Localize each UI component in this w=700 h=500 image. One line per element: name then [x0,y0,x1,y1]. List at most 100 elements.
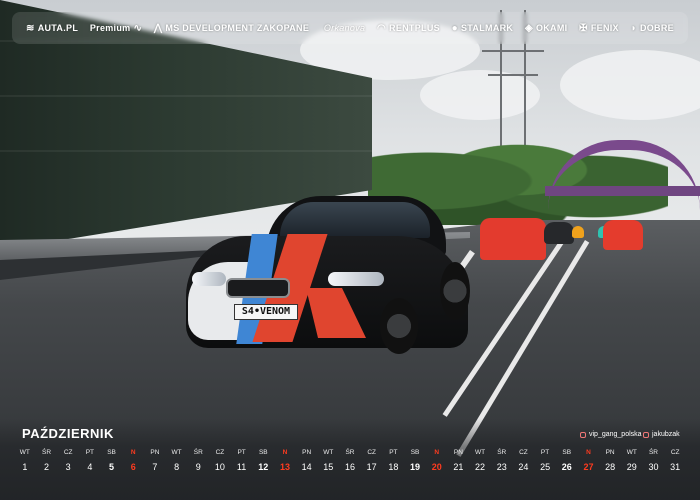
day-number: 22 [475,462,486,472]
license-plate: S4•VENOM [234,304,298,320]
day-number: 18 [388,462,399,472]
mountain-logo-icon: ⋀ [153,22,163,34]
car-outline-logo-icon: ◠ [377,22,387,34]
day-number: 27 [583,462,594,472]
wheel [440,262,470,320]
calendar-day: N 13 [274,448,296,488]
weekday-label: PN [605,449,615,456]
weekday-label: SB [107,449,116,456]
weekday-label: PN [150,449,160,456]
weekday-label: PN [302,449,312,456]
calendar-day: ŚR 23 [491,448,513,488]
sponsor-logo: ◗ DOBRE [630,22,674,34]
sponsor-logo: ◠ RENTPLUS [377,22,440,34]
weekday-label: CZ [367,449,376,456]
weekday-label: PT [237,449,246,456]
day-number: 17 [366,462,377,472]
day-number: 30 [648,462,659,472]
weekday-label: N [130,449,136,456]
calendar-day: SB 26 [556,448,578,488]
weekday-label: SB [562,449,572,456]
calendar-day: N 20 [426,448,448,488]
calendar-day: PN 7 [144,448,166,488]
sponsor-logo: ⋀ MS DEVELOPMENT ZAKOPANE [153,22,310,34]
sponsor-logo: ◈ OKAMI [524,22,568,34]
orange-car [572,226,584,238]
day-number: 25 [540,462,551,472]
weekday-label: N [282,449,288,456]
calendar-day: WT 29 [621,448,643,488]
calendar-day: PT 25 [534,448,556,488]
calendar-day: PN 21 [448,448,470,488]
day-number: 23 [496,462,507,472]
calendar-day: PT 18 [383,448,405,488]
kidney-grille [226,278,290,298]
calendar-day: PN 14 [296,448,318,488]
day-number: 6 [130,462,136,472]
weekday-label: WT [19,449,30,456]
sponsor-logo: Premium ∿ [89,22,143,34]
day-number: 8 [174,462,180,472]
calendar-day: CZ 10 [209,448,231,488]
day-number: 26 [561,462,572,472]
weekday-label: SB [410,449,420,456]
calendar-day: PT 4 [79,448,101,488]
day-number: 1 [22,462,28,472]
weekday-label: PT [540,449,550,456]
weekday-label: SB [258,449,268,456]
weekday-label: ŚR [497,449,507,456]
day-number: 4 [87,462,93,472]
weekday-label: WT [171,449,182,456]
calendar-day: PN 28 [599,448,621,488]
circle-logo-icon: ● [451,22,458,34]
calendar-day: CZ 3 [57,448,79,488]
calendar-day: WT 15 [317,448,339,488]
calendar-day: CZ 24 [513,448,535,488]
calendar-day: CZ 31 [664,448,686,488]
wave-logo-icon: ∿ [133,22,143,34]
weekday-label: WT [475,449,486,456]
eagle-logo-icon: ✠ [579,22,588,34]
day-number: 28 [605,462,616,472]
day-number: 9 [195,462,201,472]
day-number: 24 [518,462,529,472]
day-number: 5 [109,462,115,472]
calendar-day: ŚR 16 [339,448,361,488]
weekday-label: CZ [63,449,73,456]
calendar-page: S4•VENOM ≋ AUTA.PL Premium ∿ ⋀ MS DEVELOPME… [0,0,700,500]
weekday-label: WT [626,449,637,456]
sponsor-logo: ● STALMARK [451,22,514,34]
weekday-label: WT [323,449,334,456]
shield-logo-icon: ◈ [524,22,533,34]
sponsor-logo: ✠ FENIX [579,22,619,34]
headlight [192,272,226,286]
sponsor-bar: ≋ AUTA.PL Premium ∿ ⋀ MS DEVELOPMENT ZAKOPA… [12,12,688,44]
day-number: 31 [670,462,681,472]
weekday-label: PT [389,449,398,456]
day-number: 10 [214,462,225,472]
calendar-day: CZ 17 [361,448,383,488]
calendar-day: SB 12 [252,448,274,488]
weekday-label: ŚR [345,449,355,456]
car-windshield [280,202,430,238]
day-number: 13 [279,462,290,472]
instagram-icon [580,431,586,438]
weekday-label: ŚR [193,449,203,456]
day-number: 16 [344,462,355,472]
day-number: 3 [65,462,71,472]
headlight [328,272,384,286]
weekday-label: CZ [215,449,225,456]
social-handle: vip_gang_polska [580,431,642,438]
weekday-label: ŚR [41,449,52,456]
calendar-day: SB 19 [404,448,426,488]
red-car [480,218,546,260]
weekday-label: PN [453,449,463,456]
d-logo-icon: ◗ [630,22,637,34]
day-number: 2 [44,462,50,472]
calendar-day: ŚR 2 [36,448,58,488]
day-number: 12 [258,462,269,472]
red-car [603,220,643,250]
day-number: 11 [236,462,247,472]
sponsor-logo: ≋ AUTA.PL [26,22,79,34]
day-number: 19 [410,462,421,472]
